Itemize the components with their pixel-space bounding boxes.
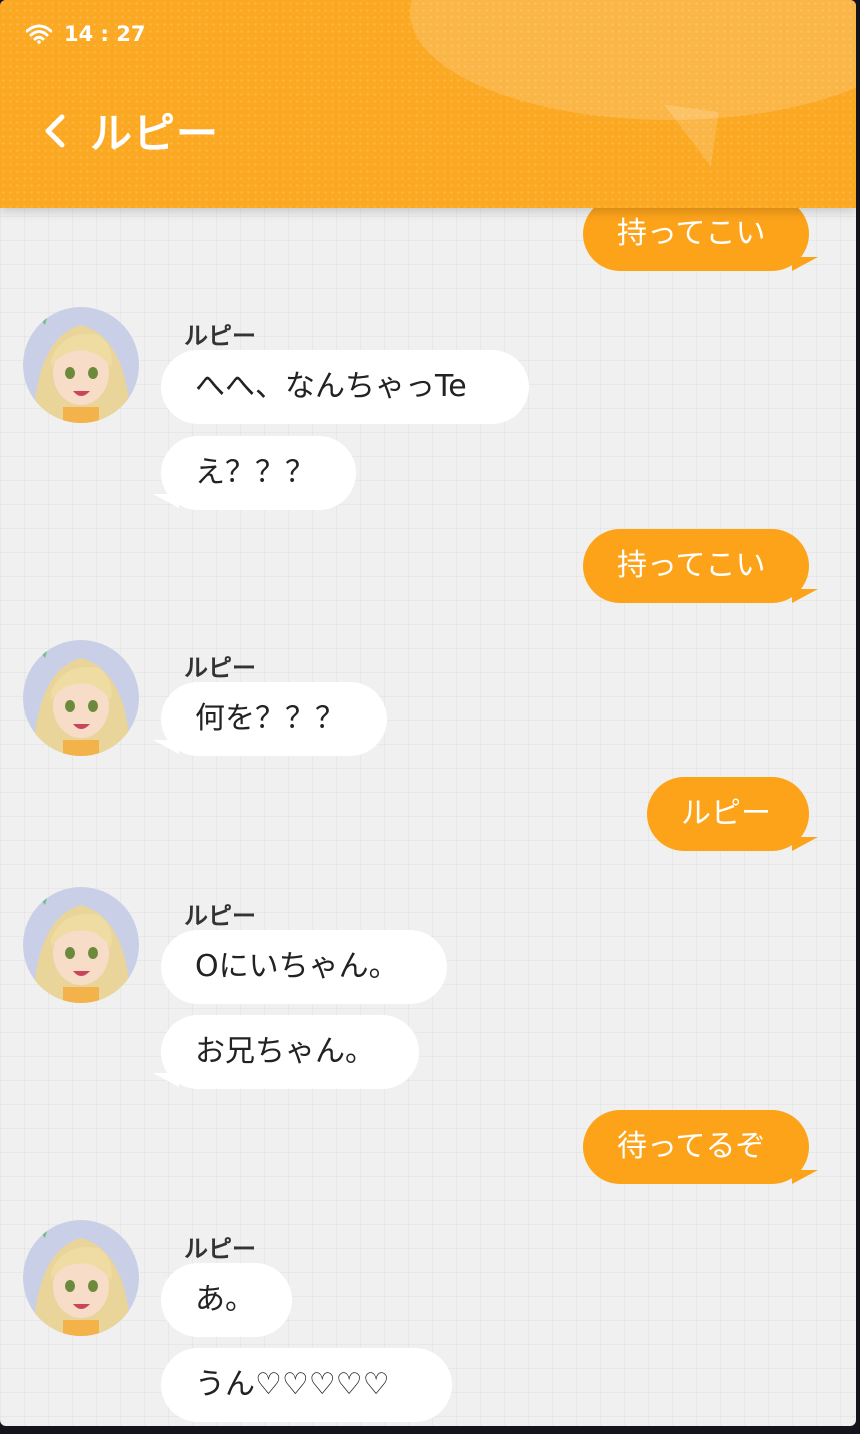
chat-header: 14 : 27 ルピー	[0, 0, 856, 208]
speech-bubble-decoration-tail	[656, 104, 719, 167]
sender-name: ルピー	[184, 322, 256, 350]
bubble-tail	[792, 589, 818, 603]
my-message-bubble: 持ってこい	[583, 529, 809, 603]
sender-name: ルピー	[184, 902, 256, 930]
speech-bubble-decoration	[410, 0, 856, 120]
sender-name: ルピー	[184, 1235, 256, 1263]
my-message-bubble: 待ってるぞ	[583, 1110, 809, 1184]
avatar[interactable]	[23, 307, 139, 423]
bubble-tail	[153, 1073, 179, 1087]
chat-title: ルピー	[90, 109, 220, 158]
their-message-bubble: あ。	[161, 1263, 292, 1337]
wifi-icon	[26, 24, 52, 44]
header-nav: ルピー	[40, 100, 219, 161]
bubble-tail	[153, 494, 179, 508]
bubble-tail	[792, 1170, 818, 1184]
their-message-bubble: 何を？？？	[161, 682, 387, 756]
avatar[interactable]	[23, 640, 139, 756]
their-message-bubble: Oにいちゃん。	[161, 930, 447, 1004]
status-bar: 14 : 27	[26, 20, 145, 48]
sender-name: ルピー	[184, 654, 256, 682]
my-message-bubble: 持ってこい	[583, 197, 809, 271]
chat-screen: 持ってこい ルピー へへ、なんちゃっTe え？？？ 持ってこい ルピー 何を？？…	[0, 0, 856, 1426]
back-chevron-icon[interactable]	[40, 111, 70, 151]
bubble-tail	[792, 257, 818, 271]
avatar[interactable]	[23, 887, 139, 1003]
their-message-bubble: へへ、なんちゃっTe	[161, 350, 529, 424]
their-message-bubble: え？？？	[161, 436, 356, 510]
my-message-bubble: ルピー	[647, 777, 809, 851]
their-message-bubble: うん♡♡♡♡♡	[161, 1348, 452, 1422]
bubble-tail	[153, 740, 179, 754]
their-message-bubble: お兄ちゃん。	[161, 1015, 419, 1089]
bubble-tail	[792, 837, 818, 851]
status-time: 14 : 27	[64, 22, 146, 46]
avatar[interactable]	[23, 1220, 139, 1336]
